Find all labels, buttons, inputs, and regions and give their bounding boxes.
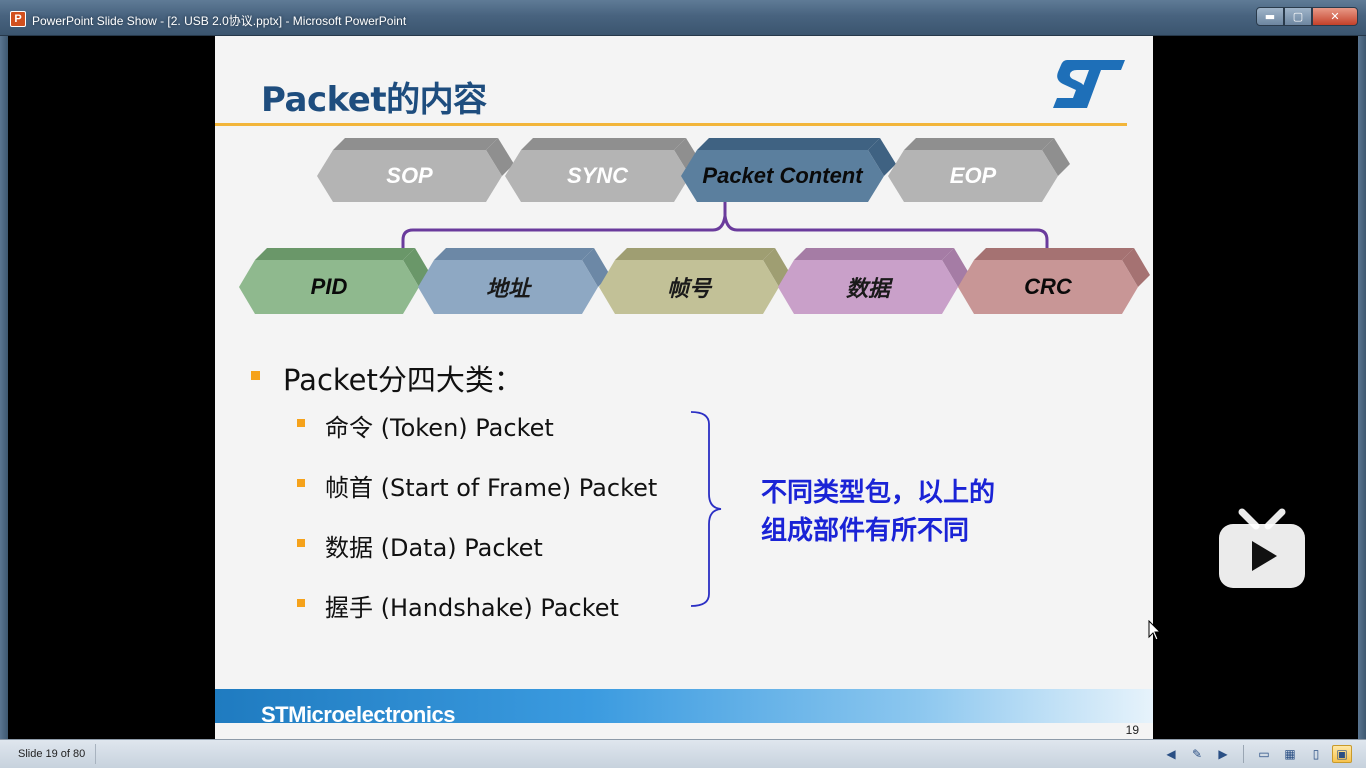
bottom-data-label: 数据 [845,276,890,301]
maximize-button[interactable]: ▢ [1284,7,1312,26]
title-bar: P PowerPoint Slide Show - [2. USB 2.0协议.… [0,0,1366,36]
top-sop-block: SOP [317,138,516,202]
slide-sorter-icon[interactable]: ▦ [1280,745,1300,763]
status-bar: Slide 19 of 80 ◀ ✎ ▶ ▭ ▦ ▯ ▣ [0,739,1366,768]
slide-show-icon[interactable]: ▣ [1332,745,1352,763]
bottom-address-block: 地址 [418,248,612,314]
bullet-marker [297,599,305,607]
powerpoint-app-icon[interactable]: P [10,11,26,27]
bottom-address-label: 地址 [485,276,530,301]
note-line-2: 组成部件有所不同 [761,516,970,546]
bullet-marker [297,419,305,427]
bottom-crc-label: CRC [1024,274,1072,299]
normal-view-icon[interactable]: ▭ [1254,745,1274,763]
top-sop-label: SOP [386,163,433,188]
bottom-frame-number-label: 帧号 [666,276,711,301]
play-icon[interactable] [1216,508,1308,592]
bottom-pid-label: PID [310,274,348,299]
bullet-marker [297,479,305,487]
slide-page-number: 19 [1125,723,1139,737]
window-title: PowerPoint Slide Show - [2. USB 2.0协议.pp… [32,14,407,28]
previous-icon[interactable]: ◀ [1161,745,1181,763]
next-icon[interactable]: ▶ [1213,745,1233,763]
top-sync-label: SYNC [566,163,629,188]
bullet-item-handshake: 握手 (Handshake) Packet [325,594,619,622]
minimize-button[interactable]: ▬ [1256,7,1284,26]
notes-icon[interactable]: ✎ [1187,745,1207,763]
top-eop-block: EOP [888,138,1072,202]
slide-counter: Slide 19 of 80 [8,744,97,764]
bullet-main: Packet分四大类： [283,363,523,397]
bullet-item-token: 命令 (Token) Packet [325,414,554,442]
slide[interactable]: Packet的内容 ST Packet分四大类： 命令 (Token) Pack… [215,36,1153,739]
footer-brand: STMicroelectronics [261,702,455,727]
top-sync-block: SYNC [505,138,704,202]
status-bar-separator [1243,745,1244,763]
bottom-frame-number-block: 帧号 [599,248,793,314]
bottom-crc-block: CRC [958,248,1152,314]
top-packet-content-label: Packet Content [702,163,863,188]
window-controls: ▬ ▢ ✕ [1256,7,1358,27]
window-frame-right [1358,36,1366,739]
bottom-pid-block: PID [239,248,433,314]
window-frame-left [0,36,8,739]
note-text: 不同类型包，以上的 组成部件有所不同 [761,474,1061,550]
curly-brace-icon [690,411,722,607]
bullet-item-sof: 帧首 (Start of Frame) Packet [325,474,658,502]
top-packet-content-block: Packet Content [681,138,898,202]
close-button[interactable]: ✕ [1312,7,1358,26]
mouse-cursor-icon [1148,620,1162,641]
reading-view-icon[interactable]: ▯ [1306,745,1326,763]
bullet-marker [251,371,260,380]
bottom-data-block: 数据 [778,248,972,314]
bullet-marker [297,539,305,547]
note-line-1: 不同类型包，以上的 [761,478,996,508]
status-bar-controls: ◀ ✎ ▶ ▭ ▦ ▯ ▣ [1161,745,1352,763]
bullet-item-data: 数据 (Data) Packet [325,534,543,562]
top-eop-label: EOP [949,163,997,188]
